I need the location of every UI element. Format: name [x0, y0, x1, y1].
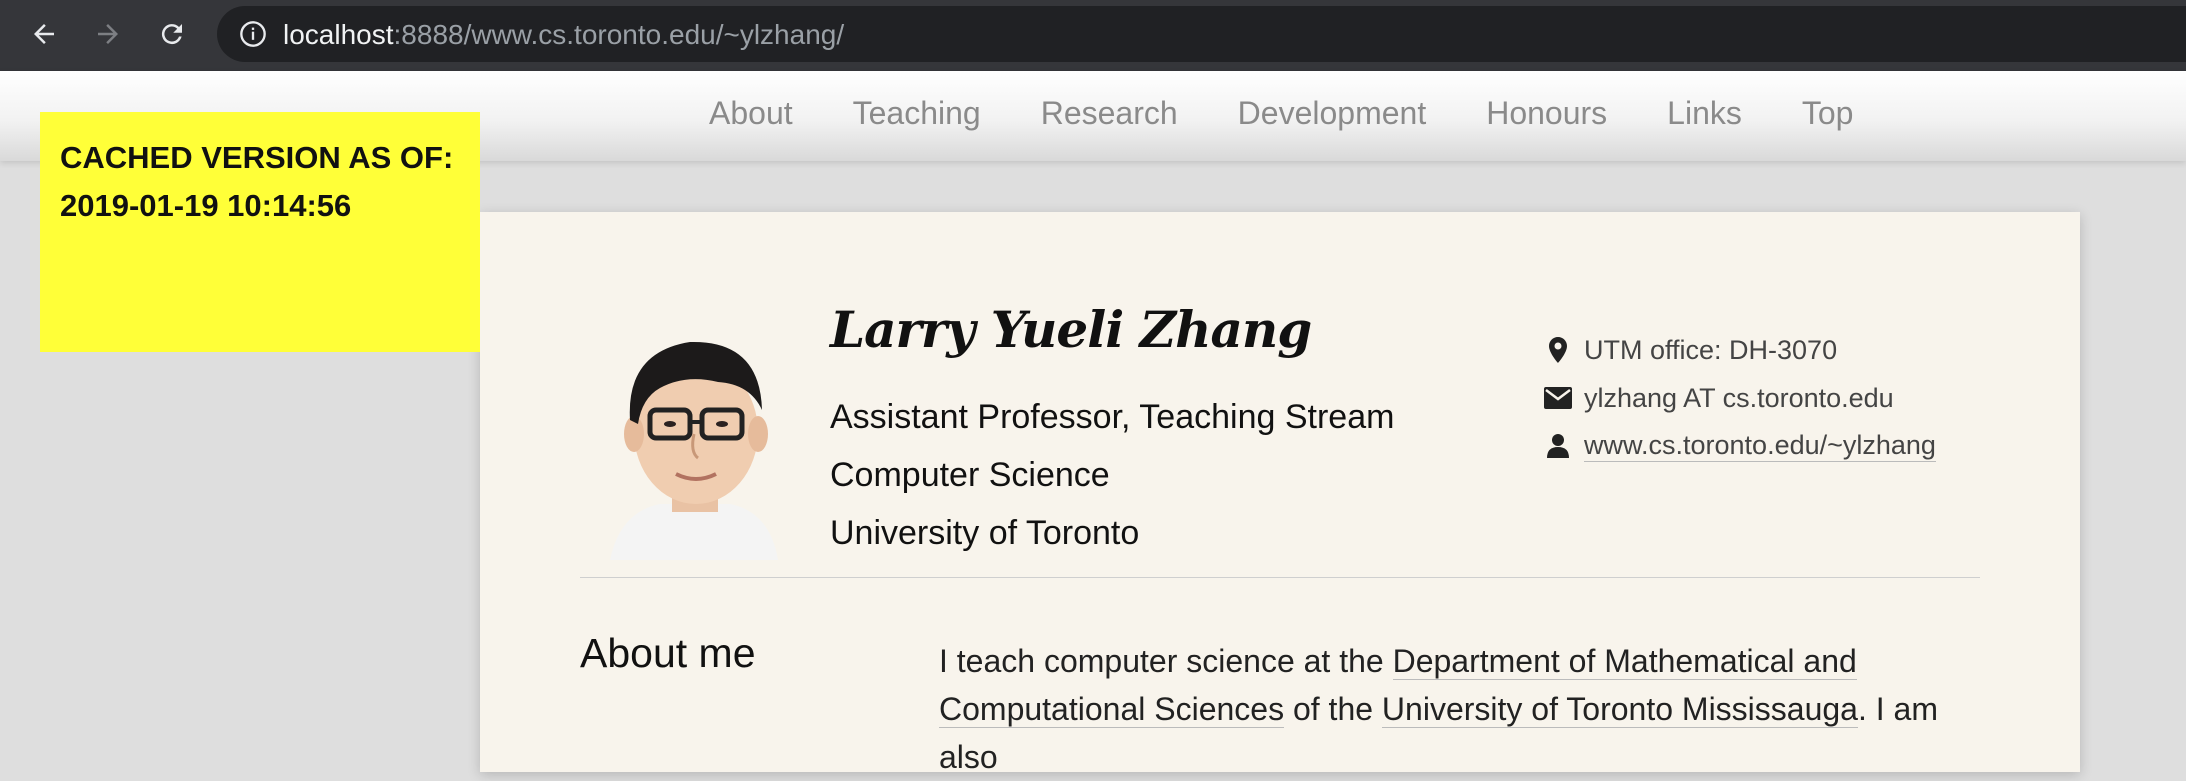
nav-link-teaching[interactable]: Teaching: [853, 95, 981, 132]
website-link[interactable]: www.cs.toronto.edu/~ylzhang: [1584, 430, 1936, 462]
user-icon: [1540, 434, 1576, 458]
url-path: :8888/www.cs.toronto.edu/~ylzhang/: [393, 19, 845, 50]
profile-name: Larry Yueli Zhang: [830, 300, 1312, 359]
cached-version-note: CACHED VERSION AS OF: 2019-01-19 10:14:5…: [40, 112, 480, 352]
cached-timestamp: 2019-01-19 10:14:56: [60, 188, 352, 223]
profile-title-department: Computer Science: [830, 456, 1110, 494]
contact-info: UTM office: DH-3070 ylzhang AT cs.toront…: [1540, 326, 1936, 470]
forward-arrow-icon: [98, 24, 118, 44]
cached-label: CACHED VERSION AS OF:: [60, 140, 454, 175]
contact-office: UTM office: DH-3070: [1540, 326, 1936, 374]
contact-email-text: ylzhang AT cs.toronto.edu: [1584, 382, 1894, 413]
contact-office-text: UTM office: DH-3070: [1584, 334, 1838, 365]
about-text-part-1: I teach computer science at the: [939, 643, 1393, 679]
university-link[interactable]: University of Toronto Mississauga: [1381, 691, 1858, 728]
back-button[interactable]: [24, 14, 64, 54]
about-text: I teach computer science at the Departme…: [939, 637, 1999, 781]
profile-title-university: University of Toronto: [830, 514, 1140, 552]
nav-link-honours[interactable]: Honours: [1486, 95, 1607, 132]
url-host: localhost: [283, 19, 394, 50]
browser-toolbar: localhost:8888/www.cs.toronto.edu/~ylzha…: [0, 0, 2186, 71]
profile-title-position: Assistant Professor, Teaching Stream: [830, 398, 1395, 436]
back-arrow-icon: [34, 24, 54, 44]
profile-titles: Assistant Professor, Teaching Stream Com…: [830, 388, 1394, 562]
about-heading: About me: [580, 630, 756, 676]
reload-button[interactable]: [152, 14, 192, 54]
about-text-part-2: of the: [1284, 691, 1382, 727]
reload-icon: [161, 24, 182, 45]
map-marker-icon: [1540, 337, 1576, 363]
nav-link-research[interactable]: Research: [1041, 95, 1178, 132]
forward-button[interactable]: [88, 14, 128, 54]
nav-link-about[interactable]: About: [709, 95, 793, 132]
info-icon[interactable]: [239, 20, 267, 48]
contact-website: www.cs.toronto.edu/~ylzhang: [1540, 422, 1936, 470]
nav-link-links[interactable]: Links: [1667, 95, 1742, 132]
address-bar[interactable]: localhost:8888/www.cs.toronto.edu/~ylzha…: [217, 6, 2186, 62]
profile-photo: [590, 312, 795, 560]
divider: [580, 577, 1980, 578]
contact-email: ylzhang AT cs.toronto.edu: [1540, 374, 1936, 422]
url-text[interactable]: localhost:8888/www.cs.toronto.edu/~ylzha…: [283, 19, 844, 51]
nav-link-top[interactable]: Top: [1802, 95, 1854, 132]
profile-card: Larry Yueli Zhang Assistant Professor, T…: [480, 212, 2080, 775]
envelope-icon: [1540, 387, 1576, 409]
nav-link-development[interactable]: Development: [1238, 95, 1427, 132]
